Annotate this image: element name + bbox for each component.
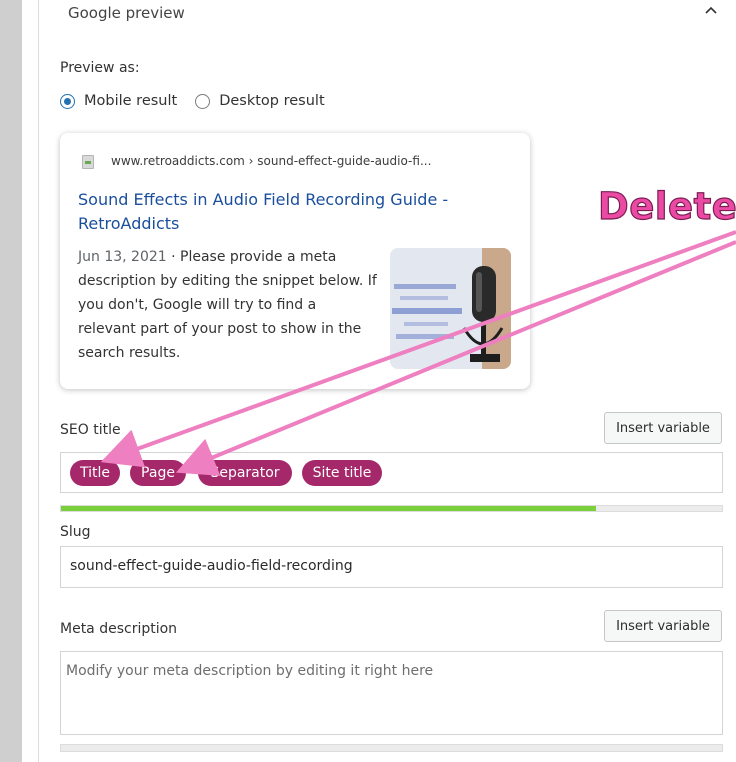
meta-description-label: Meta description	[60, 621, 178, 637]
site-favicon-icon	[82, 155, 94, 169]
seo-title-progress	[60, 505, 723, 512]
slug-value[interactable]: sound-effect-guide-audio-field-recording	[70, 558, 353, 574]
page-variable-pill[interactable]: Page	[130, 460, 186, 486]
search-result-card: www.retroaddicts.com › sound-effect-guid…	[60, 133, 530, 389]
seo-title-progress-fill	[61, 506, 597, 511]
left-rail	[0, 0, 22, 762]
panel-border	[38, 0, 39, 762]
separator-variable-pill[interactable]: Separator	[198, 460, 292, 486]
meta-description-progress	[60, 744, 723, 752]
microphone-image-icon	[390, 248, 511, 369]
mobile-result-radio[interactable]	[60, 93, 75, 109]
seo-title-label: SEO title	[60, 422, 121, 438]
chevron-up-icon[interactable]	[702, 2, 720, 20]
result-url: www.retroaddicts.com › sound-effect-guid…	[111, 154, 432, 168]
result-title[interactable]: Sound Effects in Audio Field Recording G…	[78, 188, 488, 236]
mobile-result-label[interactable]: Mobile result	[84, 93, 177, 109]
preview-as-label: Preview as:	[60, 60, 140, 76]
preview-mode-radios: Mobile result Desktop result	[60, 93, 343, 109]
date-separator: ·	[166, 249, 181, 265]
desktop-result-radio[interactable]	[195, 93, 211, 109]
seo-insert-variable-button[interactable]: Insert variable	[604, 412, 722, 444]
result-snippet: Jun 13, 2021 · Please provide a meta des…	[78, 245, 378, 365]
result-date: Jun 13, 2021	[78, 249, 167, 265]
meta-insert-variable-button[interactable]: Insert variable	[604, 610, 722, 642]
site-title-variable-pill[interactable]: Site title	[302, 460, 382, 486]
google-preview-heading[interactable]: Google preview	[68, 4, 185, 22]
microphone-thumbnail	[390, 248, 511, 369]
snippet-text: Please provide a meta description by edi…	[78, 249, 377, 361]
meta-description-placeholder: Modify your meta description by editing …	[66, 663, 434, 679]
desktop-result-label[interactable]: Desktop result	[219, 93, 324, 109]
title-variable-pill[interactable]: Title	[70, 460, 120, 486]
slug-label: Slug	[60, 524, 91, 540]
delete-annotation: Delete	[597, 184, 736, 228]
